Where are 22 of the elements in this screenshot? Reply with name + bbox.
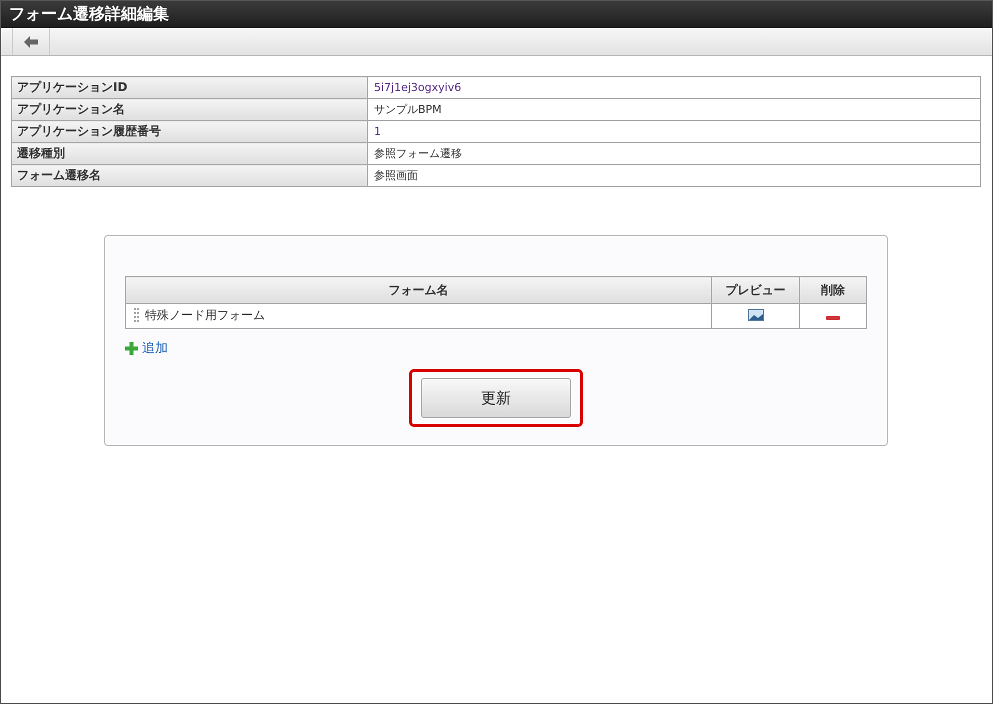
back-arrow-icon — [24, 36, 38, 48]
window-title: フォーム遷移詳細編集 — [1, 1, 992, 28]
field-value: 参照フォーム遷移 — [368, 142, 980, 164]
field-label: アプリケーションID — [12, 76, 368, 98]
form-name: 特殊ノード用フォーム — [145, 306, 265, 324]
field-label: フォーム遷移名 — [12, 164, 368, 186]
column-header: 削除 — [800, 276, 866, 304]
field-value: 5i7j1ej3ogxyiv6 — [368, 76, 980, 98]
field-label: 遷移種別 — [12, 142, 368, 164]
plus-icon — [125, 342, 138, 354]
drag-handle-icon[interactable] — [134, 308, 139, 322]
column-header: フォーム名 — [126, 276, 712, 304]
image-preview-icon[interactable] — [748, 308, 764, 320]
add-link[interactable]: 追加 — [125, 339, 168, 357]
field-value: 参照画面 — [368, 164, 980, 186]
field-value: サンプルBPM — [368, 98, 980, 120]
column-header: プレビュー — [712, 276, 800, 304]
field-label: アプリケーション履歴番号 — [12, 120, 368, 142]
field-label: アプリケーション名 — [12, 98, 368, 120]
field-value: 1 — [368, 120, 980, 142]
back-button[interactable] — [12, 28, 50, 55]
update-button[interactable]: 更新 — [421, 378, 571, 418]
